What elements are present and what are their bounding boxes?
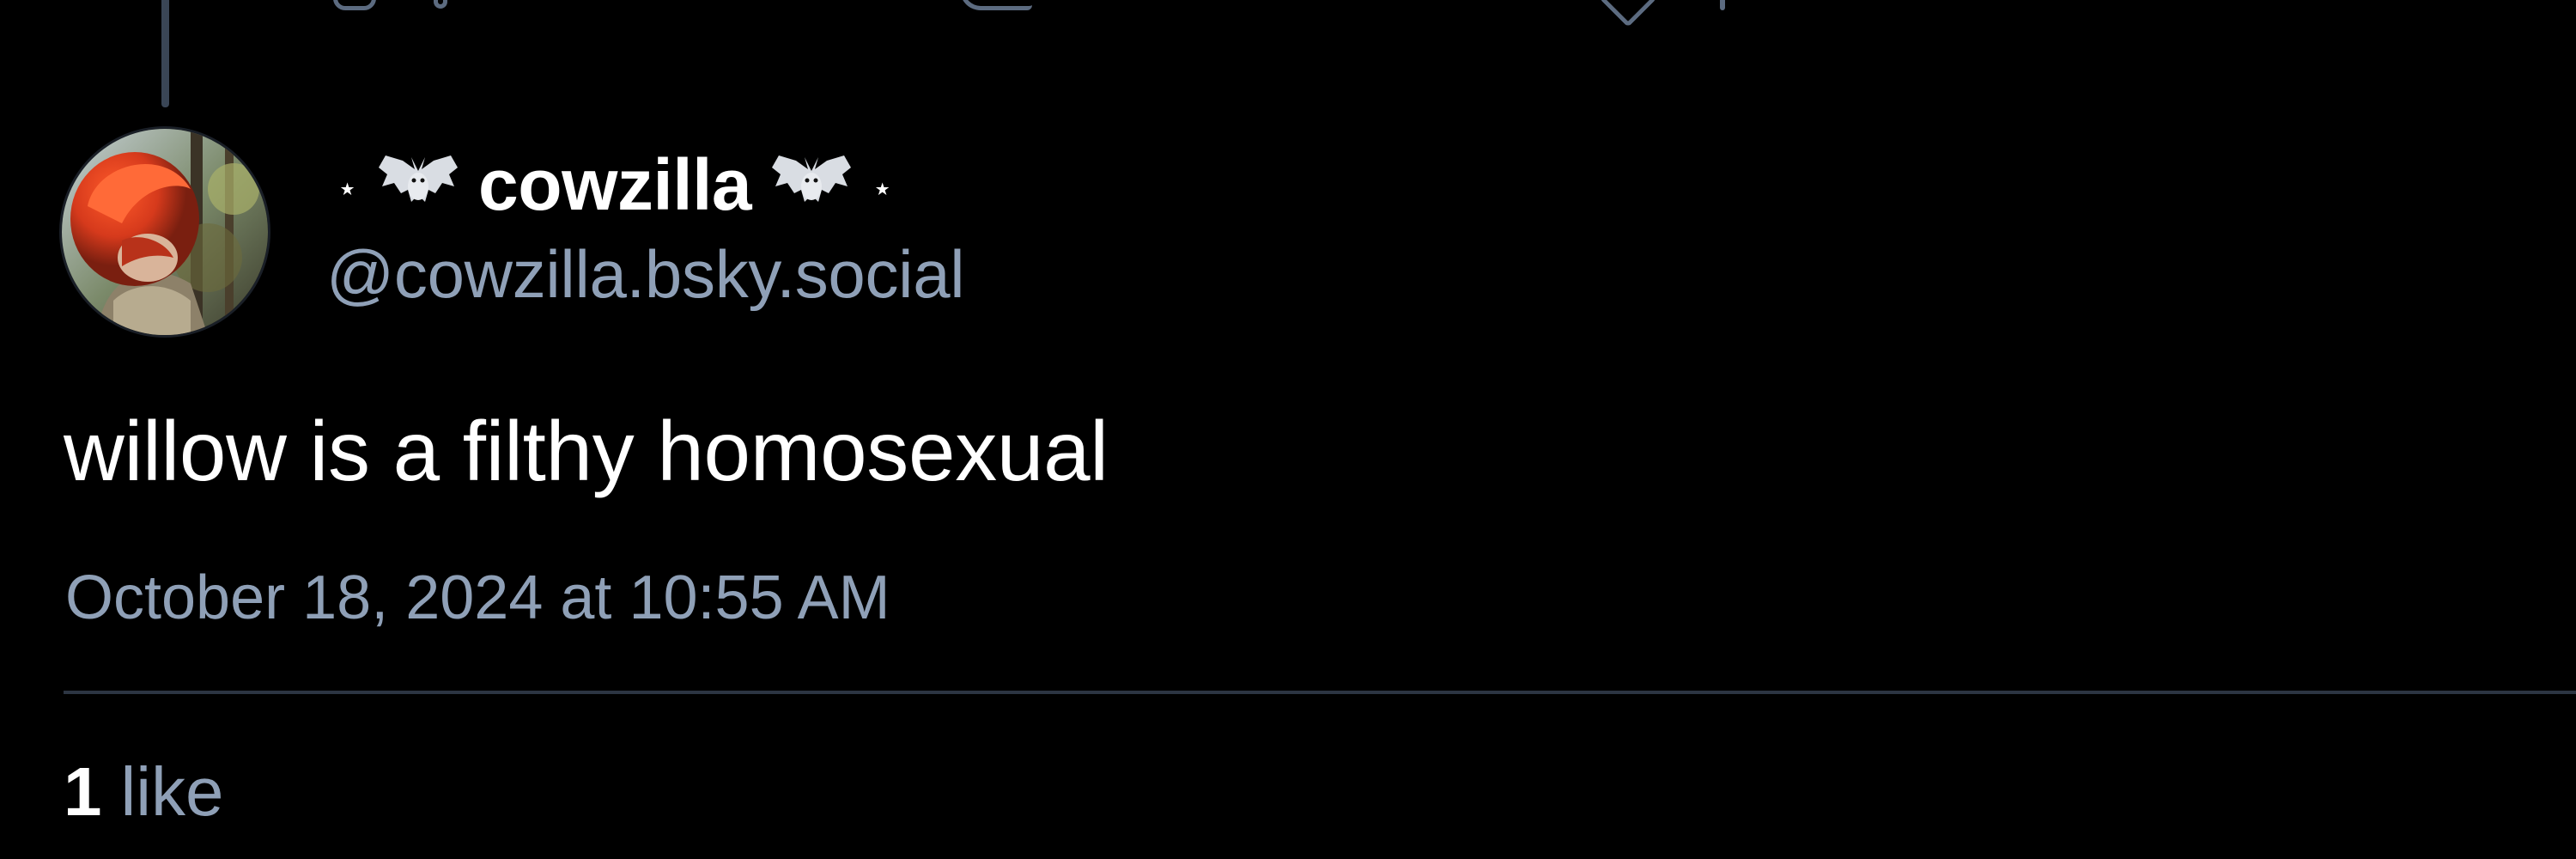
heart-icon[interactable]	[1599, 0, 1657, 27]
avatar-image	[62, 129, 268, 335]
likes-label: like	[120, 753, 224, 830]
repost-icon[interactable]	[960, 0, 1032, 10]
post-timestamp: October 18, 2024 at 10:55 AM	[65, 564, 890, 632]
likes-stat[interactable]: 1 like	[64, 758, 224, 826]
reply-count-glyph	[434, 0, 447, 9]
post-text: willow is a filthy homosexual	[64, 404, 1109, 498]
author-handle[interactable]: @cowzilla.bsky.social	[326, 241, 965, 308]
bat-icon	[772, 155, 852, 202]
sparkle-right: ⋆	[872, 170, 894, 208]
display-name: cowzilla	[478, 144, 752, 225]
like-count-glyph	[1720, 0, 1725, 10]
likes-count: 1	[64, 753, 102, 830]
display-name-row[interactable]: ⋆ cowzilla ⋆	[337, 137, 893, 232]
bat-icon	[379, 155, 459, 202]
thread-connector-line	[161, 0, 169, 107]
avatar[interactable]	[62, 129, 268, 335]
reply-icon[interactable]	[333, 0, 376, 10]
divider	[64, 691, 2576, 694]
sparkle-left: ⋆	[337, 170, 359, 208]
